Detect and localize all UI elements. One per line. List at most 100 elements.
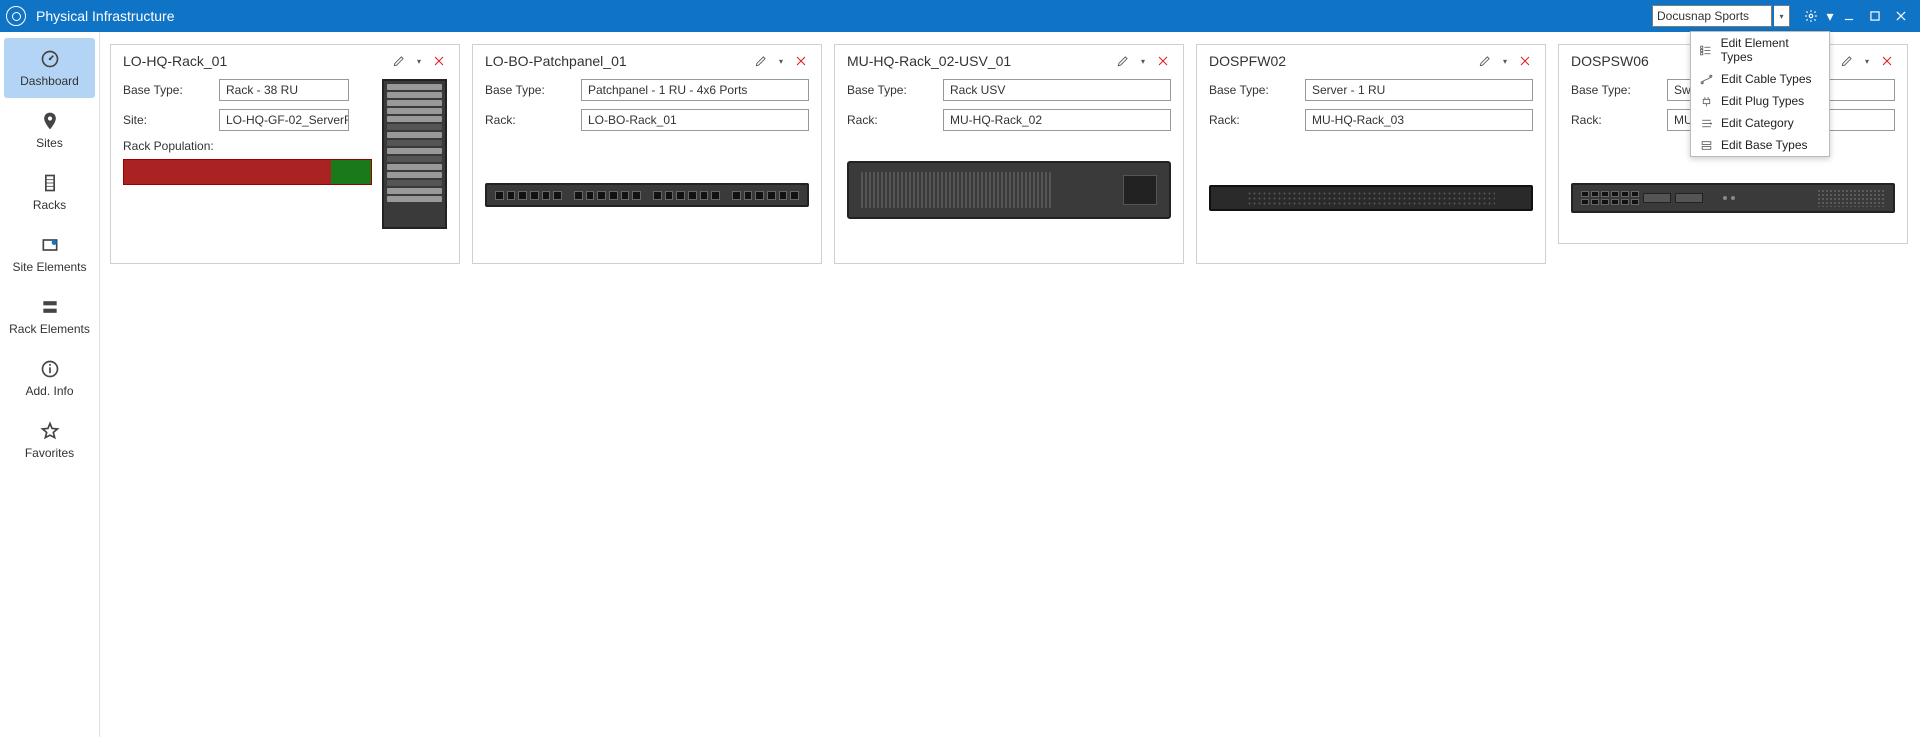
- card-grid: LO-HQ-Rack_01 ▾ Base Type: Rack - 38 RU …: [110, 44, 1910, 264]
- menu-item-label: Edit Element Types: [1721, 36, 1821, 64]
- info-icon: [39, 358, 61, 380]
- server-thumbnail: [1209, 185, 1533, 211]
- edit-caret-icon[interactable]: ▾: [773, 53, 789, 69]
- label-base-type: Base Type:: [123, 83, 213, 97]
- delete-icon[interactable]: [1517, 53, 1533, 69]
- rack-thumbnail: [382, 79, 447, 229]
- close-window-button[interactable]: [1888, 3, 1914, 29]
- nav-add-info[interactable]: Add. Info: [4, 348, 95, 408]
- company-select-caret[interactable]: ▾: [1774, 5, 1790, 27]
- delete-icon[interactable]: [1879, 53, 1895, 69]
- switch-thumbnail: [1571, 183, 1895, 213]
- menu-edit-cable-types[interactable]: Edit Cable Types: [1691, 68, 1829, 90]
- titlebar: Physical Infrastructure Docusnap Sports …: [0, 0, 1920, 32]
- label-base-type: Base Type:: [847, 83, 937, 97]
- nav-dashboard[interactable]: Dashboard: [4, 38, 95, 98]
- label-rack: Rack:: [1571, 113, 1661, 127]
- edit-icon[interactable]: [753, 53, 769, 69]
- app-title: Physical Infrastructure: [36, 8, 175, 24]
- app-logo: [6, 6, 26, 26]
- label-rack: Rack:: [847, 113, 937, 127]
- label-rack: Rack:: [485, 113, 575, 127]
- label-base-type: Base Type:: [1209, 83, 1299, 97]
- nav-label: Favorites: [25, 446, 74, 460]
- edit-icon[interactable]: [1839, 53, 1855, 69]
- nav-label: Site Elements: [12, 260, 86, 274]
- nav-sites[interactable]: Sites: [4, 100, 95, 160]
- nav-label: Racks: [33, 198, 66, 212]
- pin-icon: [39, 110, 61, 132]
- card-firewall: DOSPFW02 ▾ Base Type: Server - 1 RU Rack…: [1196, 44, 1546, 264]
- menu-item-label: Edit Category: [1721, 116, 1794, 130]
- rack-population-bar: [123, 159, 372, 185]
- menu-edit-element-types[interactable]: Edit Element Types: [1691, 32, 1829, 68]
- edit-caret-icon[interactable]: ▾: [1497, 53, 1513, 69]
- value-rack[interactable]: MU-HQ-Rack_02: [943, 109, 1171, 131]
- site-elements-icon: [39, 234, 61, 256]
- menu-edit-category[interactable]: Edit Category: [1691, 112, 1829, 134]
- card-usv: MU-HQ-Rack_02-USV_01 ▾ Base Type: Rack U…: [834, 44, 1184, 264]
- star-icon: [39, 420, 61, 442]
- menu-edit-plug-types[interactable]: Edit Plug Types: [1691, 90, 1829, 112]
- minimize-button[interactable]: [1836, 3, 1862, 29]
- card-patchpanel: LO-BO-Patchpanel_01 ▾ Base Type: Patchpa…: [472, 44, 822, 264]
- nav-favorites[interactable]: Favorites: [4, 410, 95, 470]
- delete-icon[interactable]: [1155, 53, 1171, 69]
- value-base-type[interactable]: Rack USV: [943, 79, 1171, 101]
- edit-caret-icon[interactable]: ▾: [1135, 53, 1151, 69]
- menu-item-label: Edit Cable Types: [1721, 72, 1812, 86]
- gauge-icon: [39, 48, 61, 70]
- rack-icon: [39, 172, 61, 194]
- nav-site-elements[interactable]: Site Elements: [4, 224, 95, 284]
- plug-icon: [1699, 94, 1713, 108]
- settings-caret-icon[interactable]: ▾: [1824, 3, 1836, 29]
- value-base-type[interactable]: Server - 1 RU: [1305, 79, 1533, 101]
- value-rack[interactable]: LO-BO-Rack_01: [581, 109, 809, 131]
- label-base-type: Base Type:: [485, 83, 575, 97]
- edit-caret-icon[interactable]: ▾: [411, 53, 427, 69]
- edit-icon[interactable]: [391, 53, 407, 69]
- card-title: MU-HQ-Rack_02-USV_01: [847, 53, 1115, 69]
- value-rack[interactable]: MU-HQ-Rack_03: [1305, 109, 1533, 131]
- menu-item-label: Edit Plug Types: [1721, 94, 1804, 108]
- card-title: LO-BO-Patchpanel_01: [485, 53, 753, 69]
- edit-caret-icon[interactable]: ▾: [1859, 53, 1875, 69]
- settings-gear-icon[interactable]: [1798, 3, 1824, 29]
- nav-label: Sites: [36, 136, 63, 150]
- label-rack-population: Rack Population:: [123, 139, 372, 153]
- edit-icon[interactable]: [1115, 53, 1131, 69]
- label-rack: Rack:: [1209, 113, 1299, 127]
- value-base-type[interactable]: Patchpanel - 1 RU - 4x6 Ports: [581, 79, 809, 101]
- population-used: [124, 160, 331, 184]
- card-rack-lo-hq-rack-01: LO-HQ-Rack_01 ▾ Base Type: Rack - 38 RU …: [110, 44, 460, 264]
- list-icon: [1699, 43, 1713, 57]
- nav-label: Dashboard: [20, 74, 79, 88]
- rack-elements-icon: [39, 296, 61, 318]
- menu-item-label: Edit Base Types: [1721, 138, 1808, 152]
- card-title: LO-HQ-Rack_01: [123, 53, 391, 69]
- edit-icon[interactable]: [1477, 53, 1493, 69]
- company-select[interactable]: Docusnap Sports: [1652, 5, 1772, 27]
- patchpanel-thumbnail: [485, 183, 809, 207]
- nav-rack-elements[interactable]: Rack Elements: [4, 286, 95, 346]
- population-free: [331, 160, 371, 184]
- nav-label: Rack Elements: [9, 322, 90, 336]
- label-base-type: Base Type:: [1571, 83, 1661, 97]
- usv-thumbnail: [847, 161, 1171, 219]
- value-base-type[interactable]: Rack - 38 RU: [219, 79, 349, 101]
- menu-edit-base-types[interactable]: Edit Base Types: [1691, 134, 1829, 156]
- delete-icon[interactable]: [431, 53, 447, 69]
- company-select-value: Docusnap Sports: [1657, 9, 1749, 23]
- delete-icon[interactable]: [793, 53, 809, 69]
- value-site[interactable]: LO-HQ-GF-02_ServerRoom: [219, 109, 349, 131]
- card-title: DOSPFW02: [1209, 53, 1477, 69]
- sidebar: Dashboard Sites Racks Site Elements Rack…: [0, 32, 100, 737]
- category-icon: [1699, 116, 1713, 130]
- maximize-button[interactable]: [1862, 3, 1888, 29]
- label-site: Site:: [123, 113, 213, 127]
- base-types-icon: [1699, 138, 1713, 152]
- nav-label: Add. Info: [25, 384, 73, 398]
- main-content: LO-HQ-Rack_01 ▾ Base Type: Rack - 38 RU …: [100, 32, 1920, 737]
- settings-menu: Edit Element Types Edit Cable Types Edit…: [1690, 31, 1830, 157]
- nav-racks[interactable]: Racks: [4, 162, 95, 222]
